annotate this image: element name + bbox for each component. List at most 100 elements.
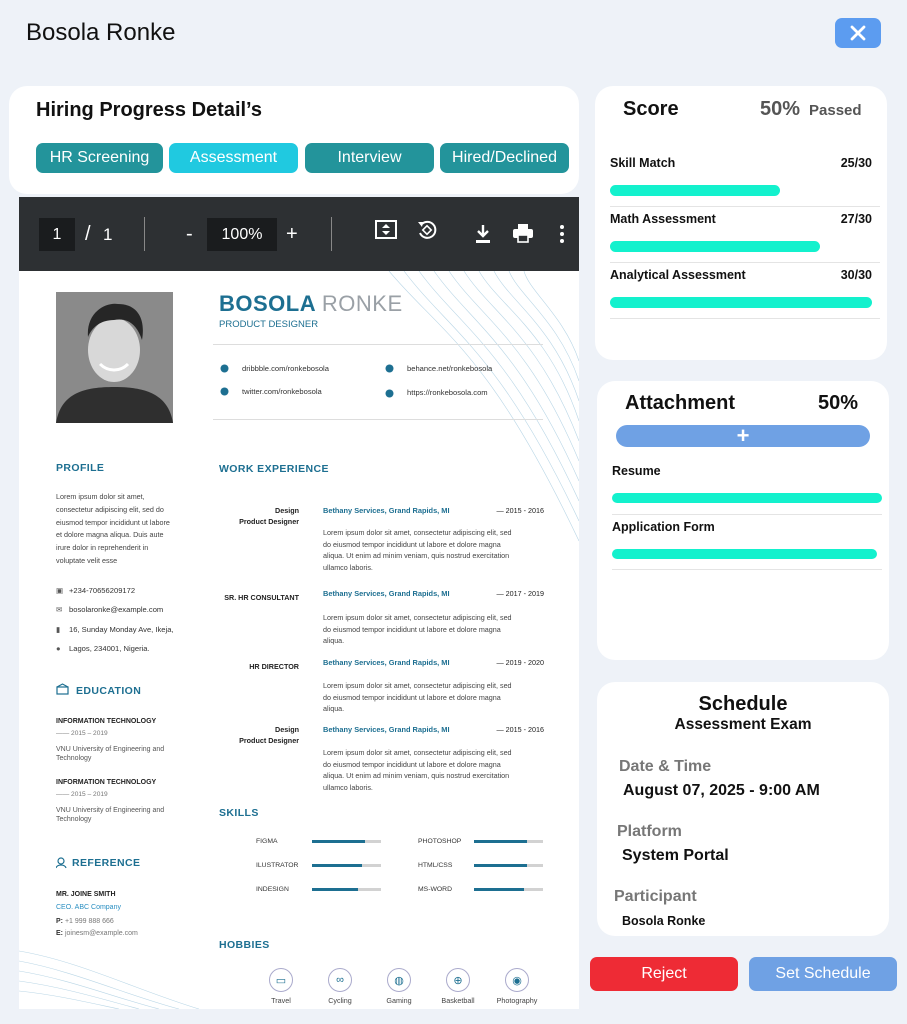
bicycle-icon: ∞ [328,968,352,992]
score-progress-bar [610,241,820,252]
resume-page: BOSOLA RONKE PRODUCT DESIGNER dribbble.c… [19,271,579,1009]
email-label: E: [56,930,63,937]
hobby-label: Basketball [441,996,475,1005]
education-school: VNU University of Engineering and [56,746,165,753]
reference-email: joinesm@example.com [64,930,138,937]
zoom-out-button[interactable]: - [186,223,193,246]
resume-first-name: BOSOLA [219,291,316,316]
close-icon [850,25,866,41]
tab-interview[interactable]: Interview [305,143,434,173]
attachment-resume-label[interactable]: Resume [612,464,661,478]
resume-role: PRODUCT DESIGNER [219,319,319,330]
participant-value: Bosola Ronke [622,914,706,928]
job-years: 2015 - 2016 [505,506,544,515]
camera-icon: ◉ [505,968,529,992]
job-company: Bethany Services, Grand Rapids, MI [323,589,450,598]
set-schedule-button[interactable]: Set Schedule [749,957,897,991]
zoom-in-button[interactable]: + [286,223,298,246]
globe-icon [385,389,394,398]
link-behance[interactable]: behance.net/ronkebosola [407,364,492,373]
score-item-label: Math Assessment [610,212,716,226]
job-company: Bethany Services, Grand Rapids, MI [323,725,450,734]
more-options-icon[interactable] [559,224,565,244]
skill-bar [312,864,381,867]
attachment-title: Attachment [625,392,736,414]
job-description-line: aliqua. [323,636,345,645]
skills-heading: SKILLS [219,807,259,819]
travel-icon: ▭ [269,968,293,992]
tab-hired-declined[interactable]: Hired/Declined [440,143,569,173]
skill-bar-fill [474,864,528,867]
hobby-basketball: ⊕ Basketball [428,968,488,1005]
wave-decoration-bottom [19,950,200,1009]
download-icon[interactable] [473,223,493,245]
skill-bar [474,888,543,891]
print-icon[interactable] [512,223,534,243]
job-company: Bethany Services, Grand Rapids, MI [323,658,450,667]
job-title: Design [275,725,299,734]
job-description-line: ullamco laboris. [323,562,373,572]
fit-page-icon[interactable] [374,219,398,241]
profile-text: Lorem ipsum dolor sit amet, consectetur … [56,491,206,568]
education-years: 2015 – 2019 [71,791,108,798]
toolbar-divider [331,217,332,251]
link-website[interactable]: https://ronkebosola.com [407,388,488,397]
work-experience-heading: WORK EXPERIENCE [219,463,329,475]
attachment-progress-bar [612,549,877,559]
profile-line: et dolore magna aliqua. Duis aute [56,530,164,540]
viewer-toolbar: 1 / 1 - 100% + [19,197,579,271]
link-dribbble[interactable]: dribbble.com/ronkebosola [242,364,329,373]
score-percent: 50% [760,98,801,120]
skill-name: FIGMA [256,838,278,845]
education-years-row: —— 2015 – 2019 [56,791,108,798]
date-time-label: Date & Time [619,758,712,775]
reference-phone: +1 999 888 666 [64,918,114,925]
tab-assessment[interactable]: Assessment [169,143,298,173]
skill-name: INDESIGN [256,886,289,893]
education-school: Technology [56,816,92,823]
education-heading: EDUCATION [76,685,142,697]
job-description-line: ullamco laboris. [323,782,373,792]
profile-line: irure dolor in reprehenderit in [56,543,149,553]
skill-bar [312,888,381,891]
schedule-card: Schedule Assessment Exam Date & Time Aug… [597,682,889,936]
job-description-line: Lorem ipsum dolor sit amet, consectetur … [323,681,512,690]
hobby-label: Photography [496,996,538,1005]
reject-button[interactable]: Reject [590,957,738,991]
job-description: Lorem ipsum dolor sit amet, consectetur … [323,747,545,793]
rotate-icon[interactable] [415,218,439,242]
attachment-progress-bar [612,493,882,503]
toolbar-divider [144,217,145,251]
job-years-row: — 2015 - 2016 [496,725,544,734]
job-description-line: Lorem ipsum dolor sit amet, consectetur … [323,528,512,537]
candidate-photo [56,292,173,423]
dribbble-icon [220,364,229,373]
divider [612,569,882,570]
job-description: Lorem ipsum dolor sit amet, consectetur … [323,680,545,715]
job-years-row: — 2017 - 2019 [496,589,544,598]
hobby-label: Cycling [328,996,352,1005]
page-number-input[interactable]: 1 [39,218,75,251]
score-item-value: 25/30 [840,156,872,170]
profile-line: eiusmod tempor incididunt ut labore [56,517,170,527]
add-attachment-button[interactable]: + [616,425,870,447]
hobby-photography: ◉ Photography [487,968,547,1005]
job-years: 2017 - 2019 [505,589,544,598]
attachment-application-label[interactable]: Application Form [612,520,715,534]
link-twitter[interactable]: twitter.com/ronkebosola [242,387,322,396]
education-years: 2015 – 2019 [71,730,108,737]
profile-line: Lorem ipsum dolor sit amet, [56,492,145,501]
score-progress-bar [610,297,872,308]
hobby-label: Gaming [386,996,412,1005]
zoom-level[interactable]: 100% [207,218,277,251]
close-button[interactable] [835,18,881,48]
plus-icon: + [736,423,750,448]
job-description: Lorem ipsum dolor sit amet, consectetur … [323,527,545,573]
tab-hr-screening[interactable]: HR Screening [36,143,163,173]
reference-heading: REFERENCE [72,857,141,869]
reference-email-row: E: joinesm@example.com [56,930,138,937]
score-item-label: Skill Match [610,156,676,170]
job-company: Bethany Services, Grand Rapids, MI [323,506,450,515]
contact-phone: +234-70656209172 [69,586,136,595]
divider [213,419,543,420]
